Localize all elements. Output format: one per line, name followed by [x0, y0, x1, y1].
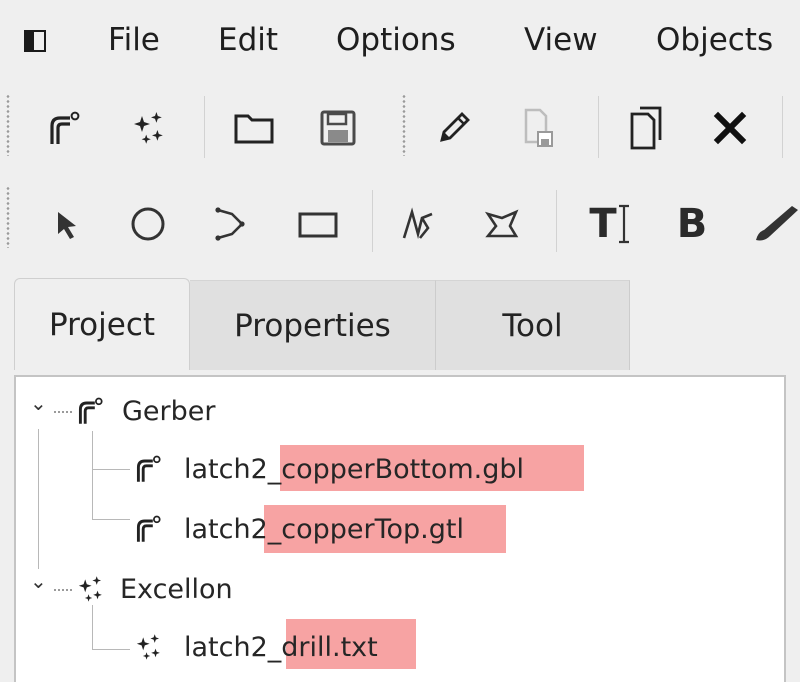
bold-button[interactable]: B [666, 198, 718, 250]
delete-button[interactable] [704, 102, 756, 154]
open-folder-icon [234, 114, 274, 144]
gerber-icon [78, 397, 103, 424]
toolbar-separator [204, 96, 205, 158]
tab-project[interactable]: Project [14, 278, 190, 370]
menu-objects[interactable]: Objects [656, 18, 773, 62]
paint-tool-button[interactable] [748, 198, 800, 250]
toolbar-separator [782, 96, 783, 158]
project-tree[interactable]: ⌄ Gerber latch2_copperBottom.gbl latch2_… [14, 375, 786, 682]
gerber-icon [136, 455, 161, 482]
circle-icon [131, 207, 165, 241]
tree-group-label: Excellon [120, 573, 233, 605]
text-cursor-icon [618, 204, 629, 244]
tree-item[interactable]: latch2_copperTop.gtl [132, 505, 464, 553]
gerber-icon [50, 111, 80, 144]
toolbar-separator [598, 96, 599, 158]
bold-icon: B [676, 201, 708, 247]
text-icon: T [589, 201, 617, 247]
menu-options[interactable]: Options [336, 18, 456, 62]
rectangle-tool-button[interactable] [292, 198, 344, 250]
file-toolbar [0, 88, 800, 172]
tree-branch-line [38, 429, 39, 569]
tree-item[interactable]: latch2_copperBottom.gbl [132, 445, 524, 493]
edit-button[interactable] [428, 102, 480, 154]
open-button[interactable] [228, 102, 280, 154]
tree-branch-line [92, 469, 130, 470]
toolbar-separator [556, 190, 557, 252]
paint-icon [756, 206, 798, 241]
tree-branch-line [92, 431, 93, 519]
excellon-icon [78, 576, 102, 602]
menu-edit[interactable]: Edit [218, 18, 278, 62]
tab-tool[interactable]: Tool [436, 280, 630, 370]
tree-group-excellon[interactable]: Excellon [74, 565, 233, 613]
copy-icon [630, 106, 662, 150]
notebook-tabs: Project Properties Tool [0, 276, 800, 370]
excellon-icon [134, 112, 163, 144]
tree-branch-line [92, 519, 130, 520]
tree-branch-line [54, 589, 72, 591]
tree-group-gerber[interactable]: Gerber [74, 387, 216, 435]
save-as-button[interactable] [512, 102, 564, 154]
menu-bar: File Edit Options View Objects [0, 0, 800, 82]
toolbar-handle[interactable] [402, 94, 406, 156]
tab-properties[interactable]: Properties [190, 280, 436, 370]
save-icon [320, 110, 356, 146]
menu-file[interactable]: File [108, 18, 160, 62]
select-arrow-icon [58, 212, 76, 239]
tree-branch-line [54, 411, 72, 413]
save-button[interactable] [312, 102, 364, 154]
copy-button[interactable] [620, 102, 672, 154]
pencil-icon [440, 112, 470, 142]
text-tool-button[interactable]: T [584, 198, 636, 250]
draw-toolbar: T B [0, 180, 800, 264]
polygon-icon [215, 207, 245, 241]
tree-item-label: latch2_copperTop.gtl [184, 513, 464, 545]
excellon-icon [136, 634, 160, 660]
toolbar-separator [372, 190, 373, 252]
tree-item[interactable]: latch2_drill.txt [132, 623, 378, 671]
circle-tool-button[interactable] [122, 198, 174, 250]
menu-view[interactable]: View [524, 18, 598, 62]
path-tool-button[interactable] [392, 198, 444, 250]
tree-item-label: latch2_drill.txt [184, 631, 378, 663]
toolbar-handle[interactable] [6, 186, 10, 248]
path-icon [402, 207, 433, 240]
app-icon [24, 30, 46, 52]
gerber-icon [136, 515, 161, 542]
new-gerber-button[interactable] [38, 102, 90, 154]
tree-group-label: Gerber [122, 395, 216, 427]
delete-icon [713, 111, 747, 145]
expander-arrow-excellon[interactable]: ⌄ [30, 569, 47, 593]
save-as-icon [524, 108, 553, 147]
arc-tool-button[interactable] [204, 198, 256, 250]
select-tool-button[interactable] [42, 198, 94, 250]
expander-arrow-gerber[interactable]: ⌄ [30, 391, 47, 415]
polygon-tool-icon [484, 209, 519, 238]
toolbar-handle[interactable] [6, 94, 10, 156]
new-excellon-button[interactable] [122, 102, 174, 154]
polygon-tool-button[interactable] [476, 198, 528, 250]
tree-item-label: latch2_copperBottom.gbl [184, 453, 525, 485]
tree-branch-line [92, 649, 130, 650]
rectangle-icon [298, 212, 338, 238]
